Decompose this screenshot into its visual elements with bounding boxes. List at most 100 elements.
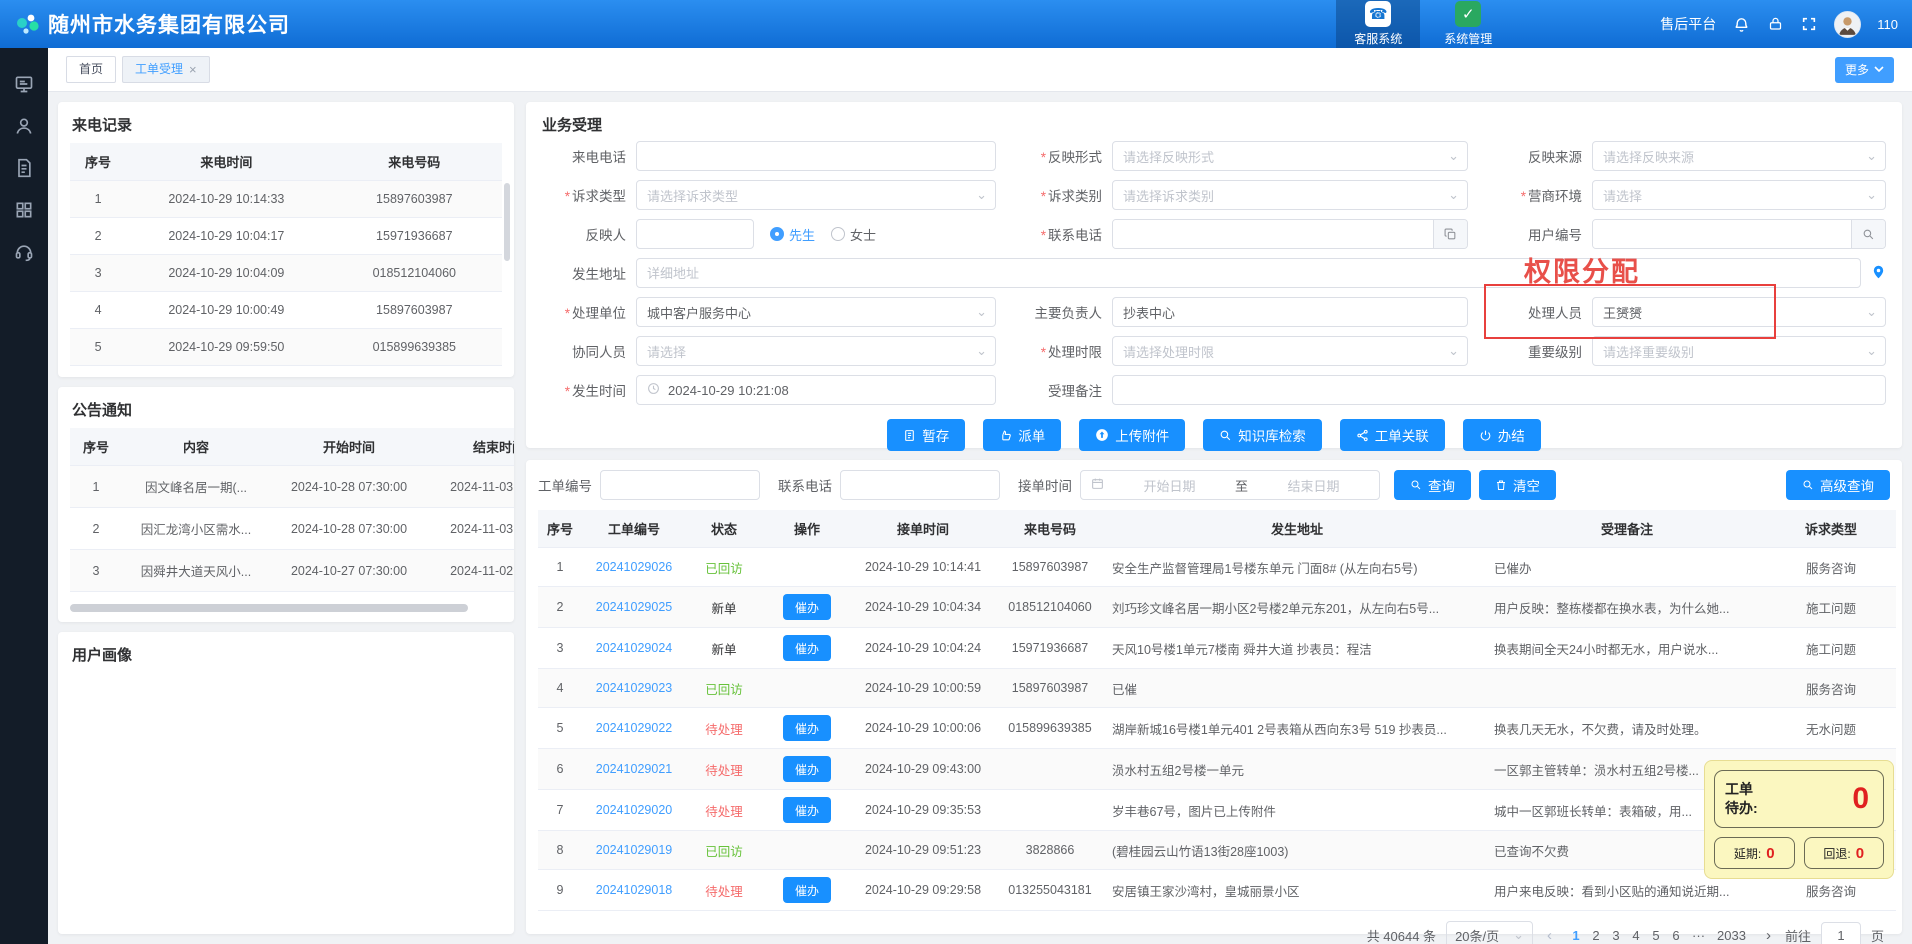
user-icon[interactable] [14, 116, 34, 136]
page-size-select[interactable]: 20条/页 ⌄ [1446, 921, 1533, 944]
main-leader-input[interactable] [1112, 297, 1468, 327]
chevron-down-icon: ⌄ [1866, 343, 1877, 359]
radio-male[interactable]: 先生 [770, 225, 815, 244]
handler-select[interactable]: 王赟赟⌄ [1592, 297, 1886, 327]
avatar[interactable] [1834, 11, 1861, 38]
page-number[interactable]: 2 [1586, 928, 1606, 943]
lock-icon[interactable] [1766, 15, 1784, 33]
dispatch-button[interactable]: 派单 [983, 419, 1061, 451]
page-number[interactable]: 1 [1566, 928, 1586, 943]
reflect-person-input[interactable] [636, 219, 754, 249]
order-no-link[interactable]: 20241029023 [596, 681, 672, 695]
reflect-form-select[interactable]: 请选择反映形式⌄ [1112, 141, 1468, 171]
handle-unit-select[interactable]: 城中客户服务中心⌄ [636, 297, 996, 327]
urge-button[interactable]: 催办 [783, 877, 831, 903]
address-input[interactable] [636, 258, 1861, 288]
calendar-icon [1091, 477, 1104, 493]
call-record-row[interactable]: 32024-10-29 10:04:09018512104060 [70, 255, 502, 292]
cell-seq: 7 [538, 790, 582, 831]
page-number[interactable]: 5 [1646, 928, 1666, 943]
urge-button[interactable]: 催办 [783, 756, 831, 782]
appeal-category-select[interactable]: 请选择诉求类别⌄ [1112, 180, 1468, 210]
order-no-link[interactable]: 20241029019 [596, 843, 672, 857]
horizontal-scrollbar[interactable] [70, 604, 468, 612]
announcements-card: 公告通知 序号内容开始时间结束时间 1因文峰名居一期(...2024-10-28… [58, 387, 514, 622]
order-link-button[interactable]: 工单关联 [1340, 419, 1445, 451]
advanced-search-button[interactable]: 高级查询 [1786, 470, 1890, 500]
appeal-type-select[interactable]: 请选择诉求类型⌄ [636, 180, 996, 210]
document-icon[interactable] [14, 158, 34, 178]
announcement-row[interactable]: 3因舜井大道天风小...2024-10-27 07:30:002024-11-0… [70, 550, 514, 592]
fullscreen-icon[interactable] [1800, 15, 1818, 33]
cell-note [1488, 669, 1766, 708]
reflect-source-select[interactable]: 请选择反映来源⌄ [1592, 141, 1886, 171]
accept-note-input[interactable] [1112, 375, 1886, 405]
business-env-select[interactable]: 请选择⌄ [1592, 180, 1886, 210]
headset-icon[interactable] [14, 242, 34, 262]
finish-button[interactable]: 办结 [1463, 419, 1541, 451]
dashboard-icon[interactable] [14, 74, 34, 94]
user-no-input[interactable] [1593, 220, 1851, 248]
urge-button[interactable]: 催办 [783, 715, 831, 741]
order-no-filter-input[interactable] [600, 470, 760, 500]
handle-limit-select[interactable]: 请选择处理时限⌄ [1112, 336, 1468, 366]
tab-home[interactable]: 首页 [66, 56, 116, 83]
urge-button[interactable]: 催办 [783, 594, 831, 620]
location-pin-icon[interactable] [1871, 263, 1886, 284]
order-no-link[interactable]: 20241029026 [596, 560, 672, 574]
app-system-management[interactable]: ✓ 系统管理 [1426, 0, 1510, 51]
page-number[interactable]: 3 [1606, 928, 1626, 943]
todo-pending-box[interactable]: 工单待办: 0 [1714, 770, 1884, 828]
call-record-row[interactable]: 22024-10-29 10:04:1715971936687 [70, 218, 502, 255]
announcements-title: 公告通知 [58, 387, 514, 428]
urge-button[interactable]: 催办 [783, 797, 831, 823]
call-record-row[interactable]: 52024-10-29 09:59:50015899639385 [70, 329, 502, 366]
app-customer-service[interactable]: ☎ 客服系统 [1336, 0, 1420, 51]
prev-page-arrow[interactable]: ‹ [1543, 927, 1556, 944]
order-no-link[interactable]: 20241029025 [596, 600, 672, 614]
todo-delay-box[interactable]: 延期:0 [1714, 837, 1795, 869]
page-ellipsis[interactable]: ··· [1686, 928, 1711, 943]
goto-page-input[interactable] [1821, 922, 1861, 944]
contact-phone-input[interactable] [1113, 220, 1433, 248]
urge-button[interactable]: 催办 [783, 635, 831, 661]
search-button[interactable]: 查询 [1394, 470, 1471, 500]
copy-icon[interactable] [1433, 220, 1467, 248]
announcement-row[interactable]: 1因文峰名居一期(...2024-10-28 07:30:002024-11-0… [70, 466, 514, 508]
radio-female[interactable]: 女士 [831, 225, 876, 244]
order-no-link[interactable]: 20241029020 [596, 803, 672, 817]
co-person-select[interactable]: 请选择⌄ [636, 336, 996, 366]
tab-work-order[interactable]: 工单受理 × [122, 56, 210, 83]
more-button[interactable]: 更多 [1835, 57, 1894, 83]
save-draft-button[interactable]: 暂存 [887, 419, 965, 451]
phone-filter-input[interactable] [840, 470, 1000, 500]
chevron-down-icon: ⌄ [976, 343, 987, 359]
occur-time-picker[interactable]: 2024-10-29 10:21:08 [636, 375, 996, 405]
order-no-link[interactable]: 20241029021 [596, 762, 672, 776]
next-page-arrow[interactable]: › [1762, 927, 1775, 944]
vertical-scrollbar[interactable] [504, 183, 510, 261]
call-record-row[interactable]: 42024-10-29 10:00:4915897603987 [70, 292, 502, 329]
clear-button[interactable]: 清空 [1479, 470, 1556, 500]
date-range-picker[interactable]: 开始日期 至 结束日期 [1080, 470, 1380, 500]
chevron-down-icon: ⌄ [976, 304, 987, 320]
close-icon[interactable]: × [189, 57, 197, 82]
page-number[interactable]: 6 [1666, 928, 1686, 943]
todo-return-box[interactable]: 回退:0 [1804, 837, 1885, 869]
importance-select[interactable]: 请选择重要级别⌄ [1592, 336, 1886, 366]
search-icon[interactable] [1851, 220, 1885, 248]
order-no-link[interactable]: 20241029024 [596, 641, 672, 655]
apps-grid-icon[interactable] [14, 200, 34, 220]
bell-icon[interactable] [1732, 15, 1750, 33]
announcement-row[interactable]: 2因汇龙湾小区需水...2024-10-28 07:30:002024-11-0… [70, 508, 514, 550]
call-record-row[interactable]: 12024-10-29 10:14:3315897603987 [70, 181, 502, 218]
page-number[interactable]: 4 [1626, 928, 1646, 943]
call-phone-input[interactable] [636, 141, 996, 171]
knowledge-search-button[interactable]: 知识库检索 [1203, 419, 1322, 451]
upload-attachment-button[interactable]: 上传附件 [1079, 419, 1185, 451]
order-no-link[interactable]: 20241029022 [596, 721, 672, 735]
announcement-row[interactable]: 4因塞纳左岸小区水...2024-10-25 07:00:002024-10-3… [70, 592, 514, 601]
order-no-link[interactable]: 20241029018 [596, 883, 672, 897]
page-number[interactable]: 2033 [1711, 928, 1752, 943]
aftersales-platform-link[interactable]: 售后平台 [1660, 14, 1716, 34]
